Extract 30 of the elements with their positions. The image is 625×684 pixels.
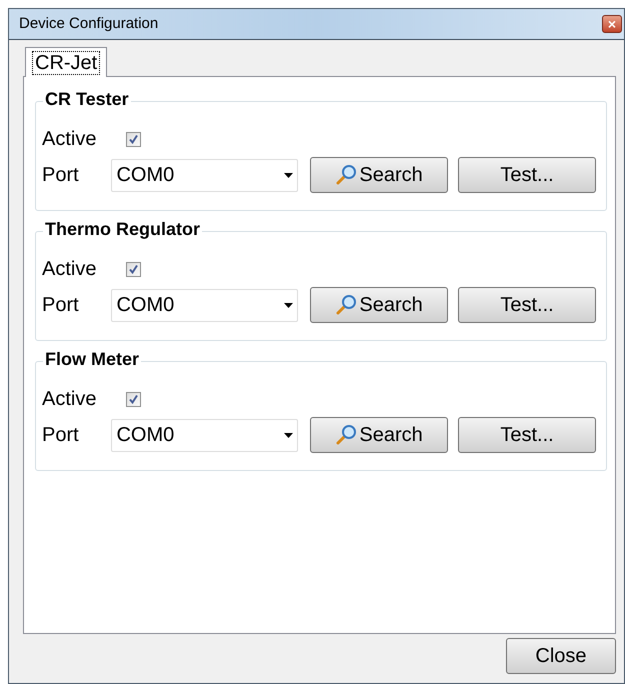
checkbox[interactable] [126, 262, 141, 276]
window-title: Device Configuration [19, 14, 158, 34]
test-button[interactable]: Test... [458, 417, 596, 453]
magnifier-icon [335, 164, 358, 186]
port-label: Port [42, 423, 80, 448]
tab[interactable]: CR-Jet [25, 47, 108, 77]
port-label: Port [42, 293, 80, 318]
search-button[interactable]: Search [310, 157, 448, 193]
active-label: Active [42, 127, 98, 152]
port-dropdown[interactable]: COM0 [111, 158, 298, 192]
test-button[interactable]: Test... [458, 157, 596, 193]
caret-icon [284, 172, 294, 178]
magnifier-icon [335, 424, 358, 446]
port-dropdown[interactable]: COM0 [111, 288, 298, 322]
checkmark-icon [128, 134, 139, 144]
checkbox[interactable] [126, 392, 141, 406]
checkmark-icon [128, 394, 139, 404]
search-button[interactable]: Search [310, 417, 448, 453]
port-label: Port [42, 163, 80, 188]
caret-icon [284, 302, 294, 308]
close-button[interactable]: Close [506, 638, 616, 674]
port-dropdown[interactable]: COM0 [111, 418, 298, 452]
checkmark-icon [128, 264, 139, 274]
caret-icon [284, 432, 294, 438]
test-button[interactable]: Test... [458, 287, 596, 323]
search-button[interactable]: Search [310, 287, 448, 323]
active-label: Active [42, 257, 98, 282]
magnifier-icon [335, 294, 358, 316]
checkbox[interactable] [126, 132, 141, 146]
active-label: Active [42, 387, 98, 412]
